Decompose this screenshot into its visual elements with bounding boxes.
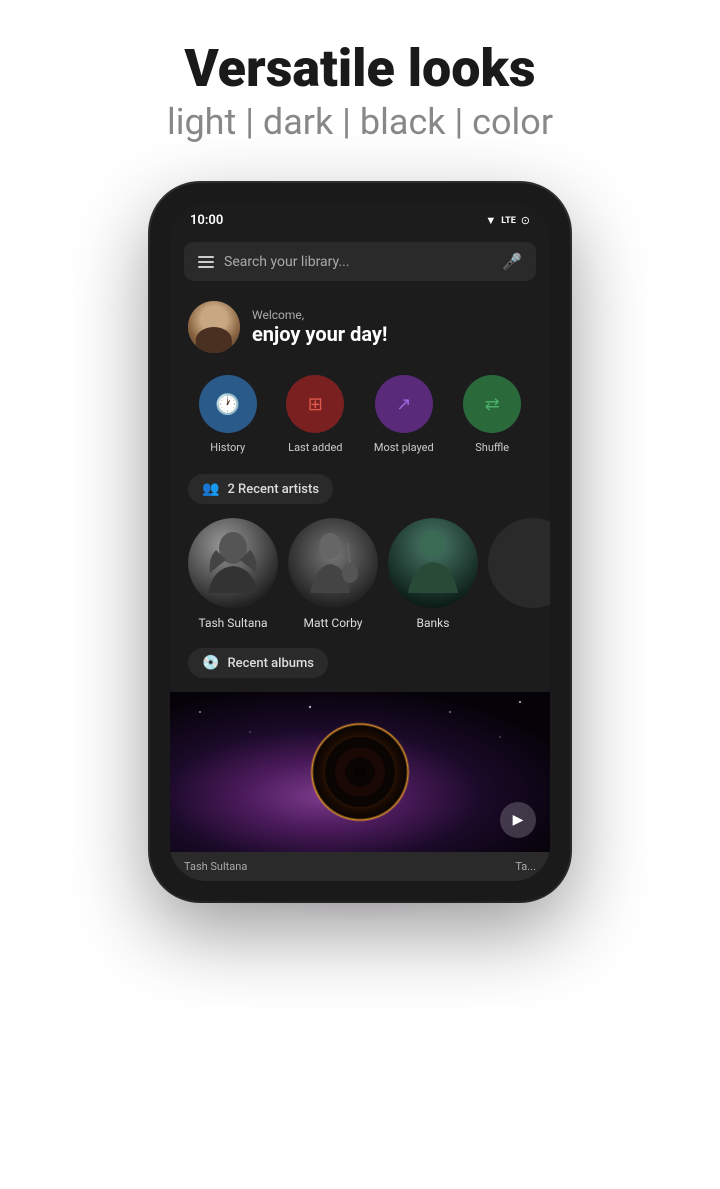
action-history[interactable]: 🕐 History: [199, 375, 257, 454]
banks-circle: [388, 518, 478, 608]
phone-mockup: 10:00 ▼ LTE ⊙ Search your library... 🎤: [150, 183, 570, 901]
welcome-section: Welcome, enjoy your day!: [170, 295, 550, 371]
album-thumbnail: ▶: [170, 692, 550, 852]
artist-tash-sultana[interactable]: Tash Sultana: [188, 518, 278, 630]
history-label: History: [210, 441, 245, 454]
welcome-greeting: enjoy your day!: [252, 322, 387, 346]
last-added-circle: ⊞: [286, 375, 344, 433]
shuffle-circle: ⇄: [463, 375, 521, 433]
recent-albums-chip[interactable]: 💿 Recent albums: [188, 648, 328, 678]
most-played-circle: ↗: [375, 375, 433, 433]
album-art: [310, 722, 410, 822]
mic-icon[interactable]: 🎤: [502, 252, 522, 271]
history-icon: 🕐: [215, 392, 240, 416]
recent-artists-chip[interactable]: 👥 2 Recent artists: [188, 474, 333, 504]
page-subtitle: light | dark | black | color: [167, 101, 553, 143]
wifi-icon: ▼: [485, 214, 496, 227]
status-bar: 10:00 ▼ LTE ⊙: [170, 203, 550, 234]
last-added-label: Last added: [288, 441, 342, 454]
last-added-icon: ⊞: [308, 394, 323, 415]
albums-chip-icon: 💿: [202, 655, 219, 671]
most-played-icon: ↗: [396, 394, 411, 415]
phone-screen: 10:00 ▼ LTE ⊙ Search your library... 🎤: [170, 203, 550, 881]
artists-chip-icon: 👥: [202, 481, 219, 497]
welcome-label: Welcome,: [252, 308, 387, 322]
unknown-circle: [488, 518, 550, 608]
album-section: ▶ Tash Sultana Ta...: [170, 692, 550, 881]
shuffle-icon: ⇄: [485, 394, 500, 415]
artist-banks[interactable]: Banks: [388, 518, 478, 630]
album-bottom-bar: Tash Sultana Ta...: [170, 852, 550, 881]
history-circle: 🕐: [199, 375, 257, 433]
action-shuffle[interactable]: ⇄ Shuffle: [463, 375, 521, 454]
matt-corby-image: [288, 518, 378, 608]
tash-sultana-name: Tash Sultana: [198, 616, 267, 630]
action-most-played[interactable]: ↗ Most played: [374, 375, 434, 454]
phone-frame: 10:00 ▼ LTE ⊙ Search your library... 🎤: [150, 183, 570, 901]
recent-albums-label: Recent albums: [227, 656, 314, 671]
avatar-image: [188, 301, 240, 353]
status-time: 10:00: [190, 213, 223, 228]
artists-row: Tash Sultana: [170, 518, 550, 648]
tash-sultana-circle: [188, 518, 278, 608]
avatar: [188, 301, 240, 353]
welcome-text: Welcome, enjoy your day!: [252, 308, 387, 346]
album-next-label: Ta...: [360, 860, 536, 873]
menu-icon[interactable]: [198, 256, 214, 268]
search-bar[interactable]: Search your library... 🎤: [184, 242, 536, 281]
play-button[interactable]: ▶: [500, 802, 536, 838]
album-artist-name: Tash Sultana: [184, 860, 360, 873]
banks-image: [388, 518, 478, 608]
lte-icon: LTE: [501, 216, 516, 226]
page-title: Versatile looks: [167, 40, 553, 97]
matt-corby-name: Matt Corby: [304, 616, 363, 630]
artist-matt-corby[interactable]: Matt Corby: [288, 518, 378, 630]
page-header: Versatile looks light | dark | black | c…: [147, 0, 573, 173]
play-icon: ▶: [513, 812, 524, 828]
action-last-added[interactable]: ⊞ Last added: [286, 375, 344, 454]
most-played-label: Most played: [374, 441, 434, 454]
matt-corby-circle: [288, 518, 378, 608]
recent-artists-label: 2 Recent artists: [227, 482, 319, 497]
shuffle-label: Shuffle: [475, 441, 509, 454]
search-placeholder: Search your library...: [224, 254, 492, 270]
artist-unknown[interactable]: [488, 518, 550, 630]
status-icons: ▼ LTE ⊙: [485, 214, 530, 227]
banks-name: Banks: [417, 616, 450, 630]
quick-actions: 🕐 History ⊞ Last added ↗ Most played: [170, 371, 550, 474]
tash-sultana-image: [188, 518, 278, 608]
battery-icon: ⊙: [521, 214, 530, 227]
